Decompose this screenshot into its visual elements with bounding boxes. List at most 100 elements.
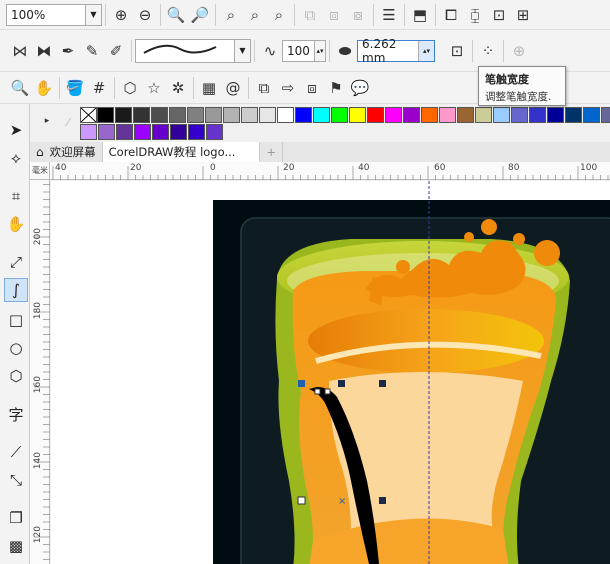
- zoom-selected-icon[interactable]: 🔍: [164, 3, 188, 27]
- color-swatch[interactable]: [151, 107, 168, 123]
- group-icon[interactable]: ⧉: [298, 3, 322, 27]
- polygon-icon[interactable]: ⬡: [118, 76, 142, 100]
- spiral-icon[interactable]: @: [221, 76, 245, 100]
- fill-bucket-icon[interactable]: 🪣: [63, 76, 87, 100]
- center-marker-icon[interactable]: ×: [338, 496, 346, 507]
- pen-bearing-icon[interactable]: ✐: [104, 39, 128, 63]
- arrow-shapes-icon[interactable]: ⇨: [276, 76, 300, 100]
- basic-shapes-icon[interactable]: ⧉: [252, 76, 276, 100]
- align-distribute-icon[interactable]: ☰: [377, 3, 401, 27]
- color-swatch[interactable]: [187, 107, 204, 123]
- color-swatch[interactable]: [206, 124, 223, 140]
- zoom-in-icon[interactable]: ⊕: [109, 3, 133, 27]
- smoothing-field[interactable]: 100 ▴▾: [282, 39, 326, 62]
- chevron-down-icon[interactable]: ▼: [234, 39, 250, 62]
- mirror-vertical-icon[interactable]: ⧓: [32, 39, 56, 63]
- node-handle[interactable]: [314, 388, 321, 395]
- spin-icon[interactable]: ▴▾: [313, 40, 325, 61]
- size-icon[interactable]: ⊡: [445, 39, 469, 63]
- drawing-canvas[interactable]: ×: [51, 181, 610, 564]
- no-color-swatch[interactable]: [80, 107, 97, 123]
- color-swatch[interactable]: [367, 107, 384, 123]
- color-swatch[interactable]: [188, 124, 205, 140]
- color-swatch[interactable]: [259, 107, 276, 123]
- nib-width-field[interactable]: 6.262 mm ▴▾: [357, 37, 435, 65]
- color-swatch[interactable]: [511, 107, 528, 123]
- color-swatch[interactable]: [385, 107, 402, 123]
- color-swatch[interactable]: [403, 107, 420, 123]
- polygon-tool-icon[interactable]: ⬡: [4, 364, 28, 388]
- color-swatch[interactable]: [205, 107, 222, 123]
- color-swatch[interactable]: [601, 107, 610, 123]
- banner-icon[interactable]: ⚑: [324, 76, 348, 100]
- color-swatch[interactable]: [80, 124, 97, 140]
- search-icon[interactable]: 🔍: [8, 76, 32, 100]
- pen-tilt-icon[interactable]: ✎: [80, 39, 104, 63]
- connector-tool-icon[interactable]: ⤡: [4, 468, 28, 492]
- eyedropper-icon[interactable]: ⁄: [60, 114, 76, 130]
- brush-stroke-combo[interactable]: ▼: [135, 38, 251, 63]
- palette-scroll-icon[interactable]: ▸: [40, 114, 54, 128]
- color-swatch[interactable]: [116, 124, 133, 140]
- intersect-icon[interactable]: ⊞: [511, 3, 535, 27]
- shape-tool-icon[interactable]: ⟡: [4, 146, 28, 170]
- color-swatch[interactable]: [223, 107, 240, 123]
- vertical-ruler[interactable]: 200 180 160 140 120: [30, 162, 50, 564]
- ruler-corner[interactable]: 毫米: [30, 162, 50, 180]
- color-swatch[interactable]: [583, 107, 600, 123]
- selection-handle[interactable]: [379, 380, 386, 387]
- rectangle-tool-icon[interactable]: □: [4, 308, 28, 332]
- color-swatch[interactable]: [547, 107, 564, 123]
- color-swatch[interactable]: [170, 124, 187, 140]
- color-swatch[interactable]: [169, 107, 186, 123]
- zoom-height-icon[interactable]: ⌕: [267, 3, 291, 27]
- color-swatch[interactable]: [439, 107, 456, 123]
- color-swatch[interactable]: [134, 124, 151, 140]
- color-swatch[interactable]: [152, 124, 169, 140]
- color-swatch[interactable]: [98, 124, 115, 140]
- complex-star-icon[interactable]: ✲: [166, 76, 190, 100]
- dimension-tool-icon[interactable]: ⟋: [4, 440, 28, 464]
- color-swatch[interactable]: [313, 107, 330, 123]
- to-back-icon[interactable]: ⧠: [439, 3, 463, 27]
- color-swatch[interactable]: [349, 107, 366, 123]
- to-front-icon[interactable]: ⬒: [408, 3, 432, 27]
- crop-tool-icon[interactable]: ⌗: [4, 184, 28, 208]
- color-swatch[interactable]: [565, 107, 582, 123]
- pan-hand-icon[interactable]: ✋: [32, 76, 56, 100]
- node-handle[interactable]: [324, 388, 331, 395]
- selection-handle[interactable]: [297, 496, 306, 505]
- horizontal-ruler[interactable]: 40 20 0 20 40 60 80 100: [50, 162, 610, 180]
- artistic-media-tool-icon[interactable]: ∫: [4, 278, 28, 302]
- color-swatch[interactable]: [115, 107, 132, 123]
- color-swatch[interactable]: [493, 107, 510, 123]
- zoom-out-icon[interactable]: ⊖: [133, 3, 157, 27]
- selection-handle[interactable]: [298, 380, 305, 387]
- drop-shadow-tool-icon[interactable]: ❐: [4, 506, 28, 530]
- freehand-tool-icon[interactable]: ⤢: [4, 250, 28, 274]
- add-icon[interactable]: ⊕: [507, 39, 531, 63]
- ungroup-icon[interactable]: ⧈: [322, 3, 346, 27]
- zoom-level-combo[interactable]: 100% ▼: [6, 3, 102, 26]
- tab-welcome[interactable]: ⌂ 欢迎屏幕: [30, 142, 103, 162]
- color-swatch[interactable]: [97, 107, 114, 123]
- text-tool-icon[interactable]: 字: [4, 402, 28, 426]
- pen-pressure-icon[interactable]: ✒: [56, 39, 80, 63]
- tab-document[interactable]: CorelDRAW教程 logo...: [102, 142, 261, 162]
- weld-icon[interactable]: ⧮: [463, 3, 487, 27]
- color-swatch[interactable]: [457, 107, 474, 123]
- color-swatch[interactable]: [277, 107, 294, 123]
- chevron-down-icon[interactable]: ▼: [85, 4, 101, 25]
- star-icon[interactable]: ☆: [142, 76, 166, 100]
- callout-icon[interactable]: 💬: [348, 76, 372, 100]
- color-swatch[interactable]: [331, 107, 348, 123]
- trim-icon[interactable]: ⊡: [487, 3, 511, 27]
- transparency-tool-icon[interactable]: ▩: [4, 534, 28, 558]
- selection-handle[interactable]: [379, 497, 386, 504]
- new-tab-button[interactable]: +: [260, 142, 284, 162]
- mirror-horizontal-icon[interactable]: ⋈: [8, 39, 32, 63]
- color-swatch[interactable]: [529, 107, 546, 123]
- spin-icon[interactable]: ▴▾: [418, 40, 434, 61]
- zoom-width-icon[interactable]: ⌕: [243, 3, 267, 27]
- grid-tool-icon[interactable]: #: [87, 76, 111, 100]
